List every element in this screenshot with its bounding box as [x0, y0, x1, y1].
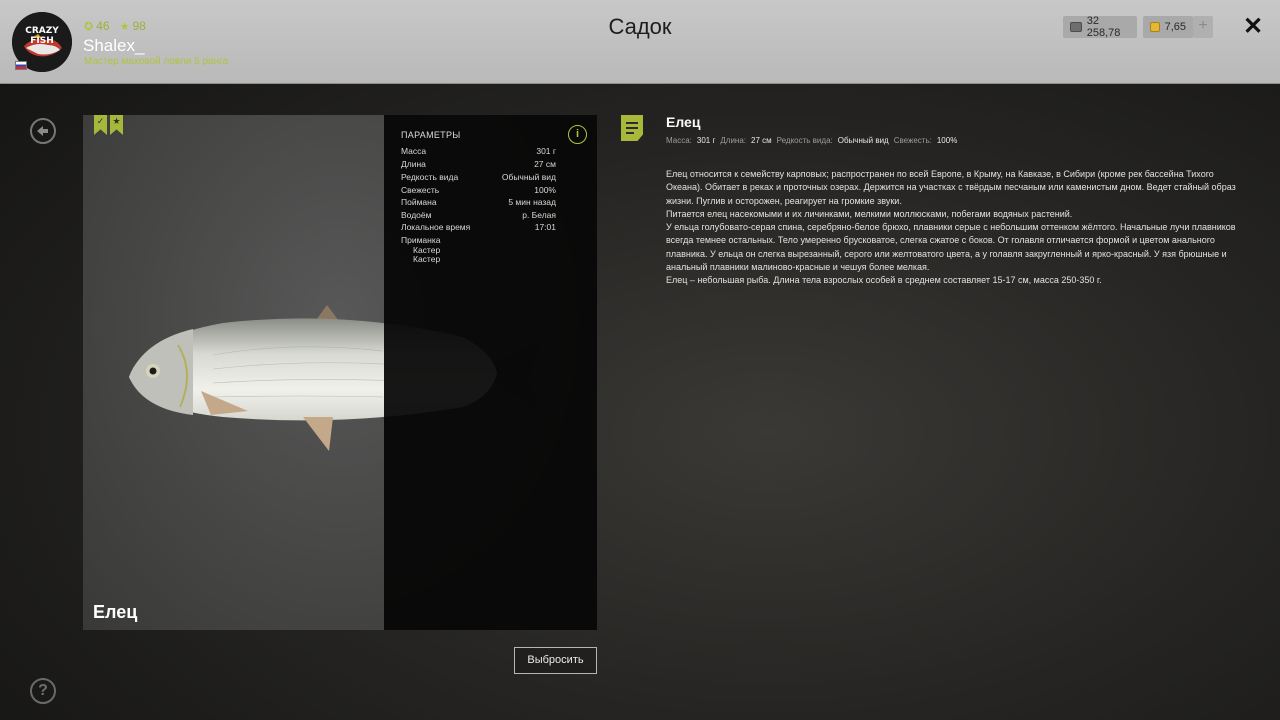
fish-name: Елец — [93, 602, 138, 622]
check-bookmark-icon[interactable]: ✓ — [94, 115, 107, 135]
gold-coin-icon — [1150, 22, 1160, 32]
param-label: Водоём — [401, 210, 432, 220]
param-row-rarity: Редкость вида Обычный вид — [401, 172, 556, 182]
russia-flag-icon — [15, 61, 27, 70]
back-arrow-icon — [37, 126, 48, 136]
meta-value: 301 г — [696, 136, 716, 145]
param-value: р. Белая — [522, 210, 556, 220]
bait-label: Приманка — [401, 235, 441, 245]
param-label: Локальное время — [401, 222, 471, 232]
add-currency-button[interactable]: + — [1193, 16, 1213, 38]
star-bookmark-icon[interactable]: ★ — [110, 115, 123, 135]
param-row-freshness: Свежесть 100% — [401, 185, 556, 195]
description-paragraph: Елец относится к семейству карповых; рас… — [666, 169, 1236, 206]
description-paragraph: У ельца голубовато-серая спина, серебрян… — [666, 222, 1236, 273]
param-value: 27 см — [534, 159, 556, 169]
param-value: Обычный вид — [501, 172, 556, 182]
parameters-title: ПАРАМЕТРЫ — [401, 130, 461, 140]
silver-coin-icon — [1070, 22, 1082, 32]
meta-label: Свежесть: — [893, 136, 932, 145]
param-value: 301 г — [536, 146, 556, 156]
param-row-length: Длина 27 см — [401, 159, 556, 169]
meta-value: Обычный вид — [837, 136, 889, 145]
release-button[interactable]: Выбросить — [514, 647, 597, 674]
param-label: Масса — [401, 146, 427, 156]
param-label: Поймана — [401, 197, 437, 207]
bookmarks: ✓ ★ — [94, 115, 123, 135]
silver-value: 32 258,78 — [1086, 15, 1121, 39]
param-row-caught: Поймана 5 мин назад — [401, 197, 556, 207]
param-value: 100% — [534, 185, 556, 195]
description-meta: Масса: 301 г Длина: 27 см Редкость вида:… — [666, 136, 957, 145]
param-label: Длина — [401, 159, 426, 169]
top-bar: CRAZY FISH ✪ 46 ★ 98 Shalex_ Мастер махо… — [0, 0, 1280, 84]
param-label: Редкость вида — [401, 172, 459, 182]
silver-balance: 32 258,78 — [1063, 15, 1137, 39]
player-rank: Мастер маховой ловли 5 ранга — [84, 56, 229, 67]
parameters-panel: ПАРАМЕТРЫ i Масса 301 г Длина 27 см Редк… — [384, 115, 597, 630]
close-button[interactable]: ✕ — [1241, 14, 1265, 40]
back-button[interactable] — [30, 118, 56, 144]
description-paragraph: Елец – небольшая рыба. Длина тела взросл… — [666, 275, 1102, 286]
description-text: Елец относится к семейству карповых; рас… — [666, 168, 1246, 288]
meta-label: Редкость вида: — [776, 136, 833, 145]
info-icon[interactable]: i — [568, 125, 587, 144]
param-value: 17:01 — [534, 222, 556, 232]
description-title: Елец — [666, 114, 701, 130]
help-button[interactable]: ? — [30, 678, 56, 704]
gold-value: 7,65 — [1164, 21, 1186, 33]
fish-card: ✓ ★ ПАРАМЕТРЫ i Масса 301 г Длина 27 см … — [83, 115, 597, 630]
param-row-local-time: Локальное время 17:01 — [401, 222, 556, 232]
param-value: 5 мин назад — [508, 197, 556, 207]
meta-label: Длина: — [720, 136, 747, 145]
meta-value: 100% — [936, 136, 958, 145]
description-note-icon — [621, 115, 643, 141]
param-row-waterbody: Водоём р. Белая — [401, 210, 556, 220]
gold-balance: 7,65 — [1143, 16, 1193, 38]
meta-value: 27 см — [751, 136, 772, 145]
meta-label: Масса: — [666, 136, 692, 145]
description-paragraph: Питается елец насекомыми и их личинками,… — [666, 208, 1073, 219]
param-label: Свежесть — [401, 185, 440, 195]
bait-item: Кастер — [413, 254, 441, 264]
param-row-mass: Масса 301 г — [401, 146, 556, 156]
